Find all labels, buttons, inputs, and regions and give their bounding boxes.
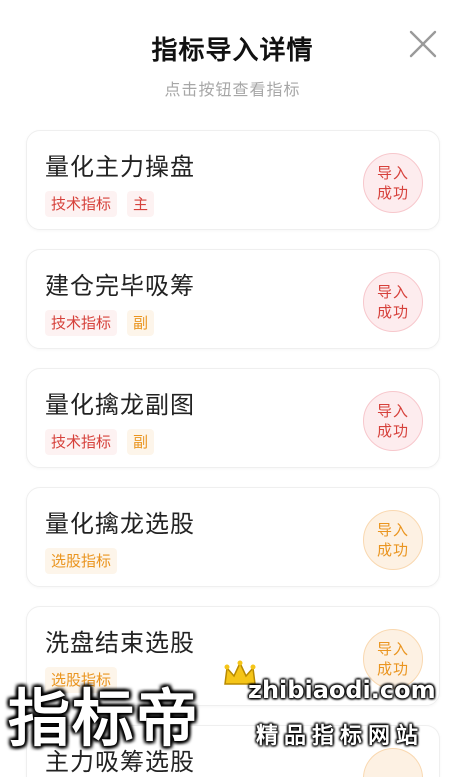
category-tag: 选股指标 [45,667,118,693]
indicator-card[interactable]: 量化主力操盘 技术指标 主 导入 成功 [26,130,440,230]
page-title: 指标导入详情 [151,36,314,66]
indicator-name: 量化主力操盘 [45,153,195,181]
indicator-name: 量化擒龙选股 [45,510,195,538]
status-text: 导入 [376,164,409,182]
status-text: 成功 [376,184,409,202]
status-text: 导入 [376,521,409,539]
category-tag: 技术指标 [45,310,118,336]
close-icon[interactable] [405,26,441,62]
indicator-tags: 技术指标 主 [45,191,164,217]
import-status-button[interactable]: 导入 成功 [363,272,423,332]
import-status-button[interactable]: 导入 成功 [363,391,423,451]
status-text: 成功 [376,303,409,321]
indicator-card[interactable]: 建仓完毕吸筹 技术指标 副 导入 成功 [26,249,440,349]
import-status-button[interactable]: 导入 成功 [363,629,423,689]
indicator-card[interactable]: 洗盘结束选股 选股指标 导入 成功 [26,606,440,706]
status-text: 导入 [376,640,409,658]
import-status-button[interactable] [363,748,423,777]
indicator-import-sheet: 指标导入详情 点击按钮查看指标 量化主力操盘 技术指标 主 导入 成功 建仓完毕… [0,0,465,777]
indicator-name: 建仓完毕吸筹 [45,272,195,300]
sheet-header: 指标导入详情 点击按钮查看指标 [0,0,465,120]
status-text: 成功 [376,541,409,559]
status-text: 成功 [376,422,409,440]
role-tag: 副 [127,310,155,336]
indicator-tags: 选股指标 [45,548,127,574]
role-tag: 副 [127,429,155,455]
indicator-tags: 技术指标 副 [45,429,164,455]
category-tag: 技术指标 [45,191,118,217]
page-subtitle: 点击按钮查看指标 [164,80,301,99]
import-status-button[interactable]: 导入 成功 [363,510,423,570]
indicator-tags: 技术指标 副 [45,310,164,336]
indicator-name: 量化擒龙副图 [45,391,195,419]
status-text: 导入 [376,402,409,420]
import-status-button[interactable]: 导入 成功 [363,153,423,213]
indicator-card[interactable]: 量化擒龙副图 技术指标 副 导入 成功 [26,368,440,468]
category-tag: 技术指标 [45,429,118,455]
indicator-tags: 选股指标 [45,667,127,693]
indicator-name: 洗盘结束选股 [45,629,195,657]
indicator-name: 主力吸筹选股 [45,748,195,776]
indicator-card[interactable]: 量化擒龙选股 选股指标 导入 成功 [26,487,440,587]
status-text: 导入 [376,283,409,301]
category-tag: 选股指标 [45,548,118,574]
status-text: 成功 [376,660,409,678]
indicator-card[interactable]: 主力吸筹选股 [26,725,440,777]
role-tag: 主 [127,191,155,217]
